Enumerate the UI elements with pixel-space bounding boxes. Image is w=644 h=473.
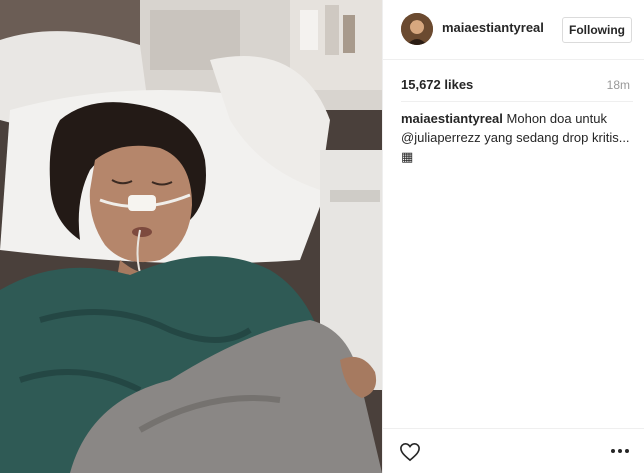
following-button[interactable]: Following xyxy=(562,17,632,43)
hospital-photo-illustration xyxy=(0,0,382,473)
caption: maiaestiantyreal Mohon doa untuk @juliap… xyxy=(401,109,637,166)
post-photo[interactable] xyxy=(0,0,382,473)
caption-text-part2: yang sedang drop kritis... xyxy=(484,130,630,145)
divider xyxy=(401,101,633,102)
header-username[interactable]: maiaestiantyreal xyxy=(442,20,544,35)
caption-mention[interactable]: @juliaperrezz xyxy=(401,130,481,145)
post-header: maiaestiantyreal Following xyxy=(383,0,644,60)
likes-count[interactable]: 15,672 likes xyxy=(401,77,473,92)
avatar-image xyxy=(401,13,433,45)
post-sidebar: maiaestiantyreal Following 15,672 likes … xyxy=(382,0,644,473)
post-time[interactable]: 18m xyxy=(607,78,630,92)
avatar[interactable] xyxy=(401,13,433,45)
caption-username[interactable]: maiaestiantyreal xyxy=(401,111,503,126)
more-options-icon[interactable] xyxy=(609,442,631,460)
caption-text-part1: Mohon doa untuk xyxy=(506,111,607,126)
instagram-post: maiaestiantyreal Following 15,672 likes … xyxy=(0,0,644,473)
caption-emoji: ▦ xyxy=(401,149,414,164)
heart-icon[interactable] xyxy=(399,442,421,462)
action-bar xyxy=(383,428,644,473)
